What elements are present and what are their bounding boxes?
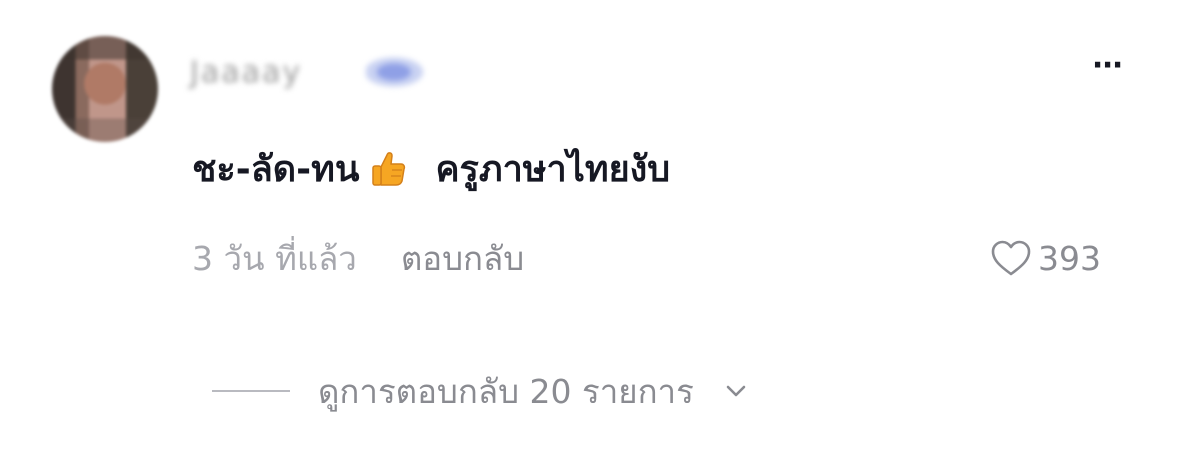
timestamp: 3 วัน ที่แล้ว [192,238,357,278]
more-options-button[interactable]: ⋯ [1086,48,1130,84]
view-replies-label: ดูการตอบกลับ 20 รายการ [318,371,694,411]
divider-line [212,390,290,392]
comment-meta: 3 วัน ที่แล้ว ตอบกลับ [192,234,524,282]
user-badge-icon [366,55,428,89]
thumbs-up-icon [367,147,411,191]
username[interactable]: Jaaaay [190,52,360,92]
comment-text-part-2: ครูภาษาไทยงับ [435,149,671,190]
reply-button[interactable]: ตอบกลับ [401,232,524,285]
avatar[interactable] [52,36,158,142]
like-count: 393 [1038,238,1101,278]
chevron-down-icon [726,385,746,397]
comment-text: ชะ-ลัด-ทน ครูภาษาไทยงับ [192,140,670,197]
comment-item: Jaaaay ⋯ ชะ-ลัด-ทน ครูภาษาไทยงับ 3 วัน ท… [0,0,1200,453]
heart-outline-icon [991,240,1031,276]
comment-text-part-1: ชะ-ลัด-ทน [192,149,360,190]
more-icon: ⋯ [1092,48,1124,83]
like-button[interactable]: 393 [990,234,1101,282]
view-replies-button[interactable]: ดูการตอบกลับ 20 รายการ [212,366,750,416]
